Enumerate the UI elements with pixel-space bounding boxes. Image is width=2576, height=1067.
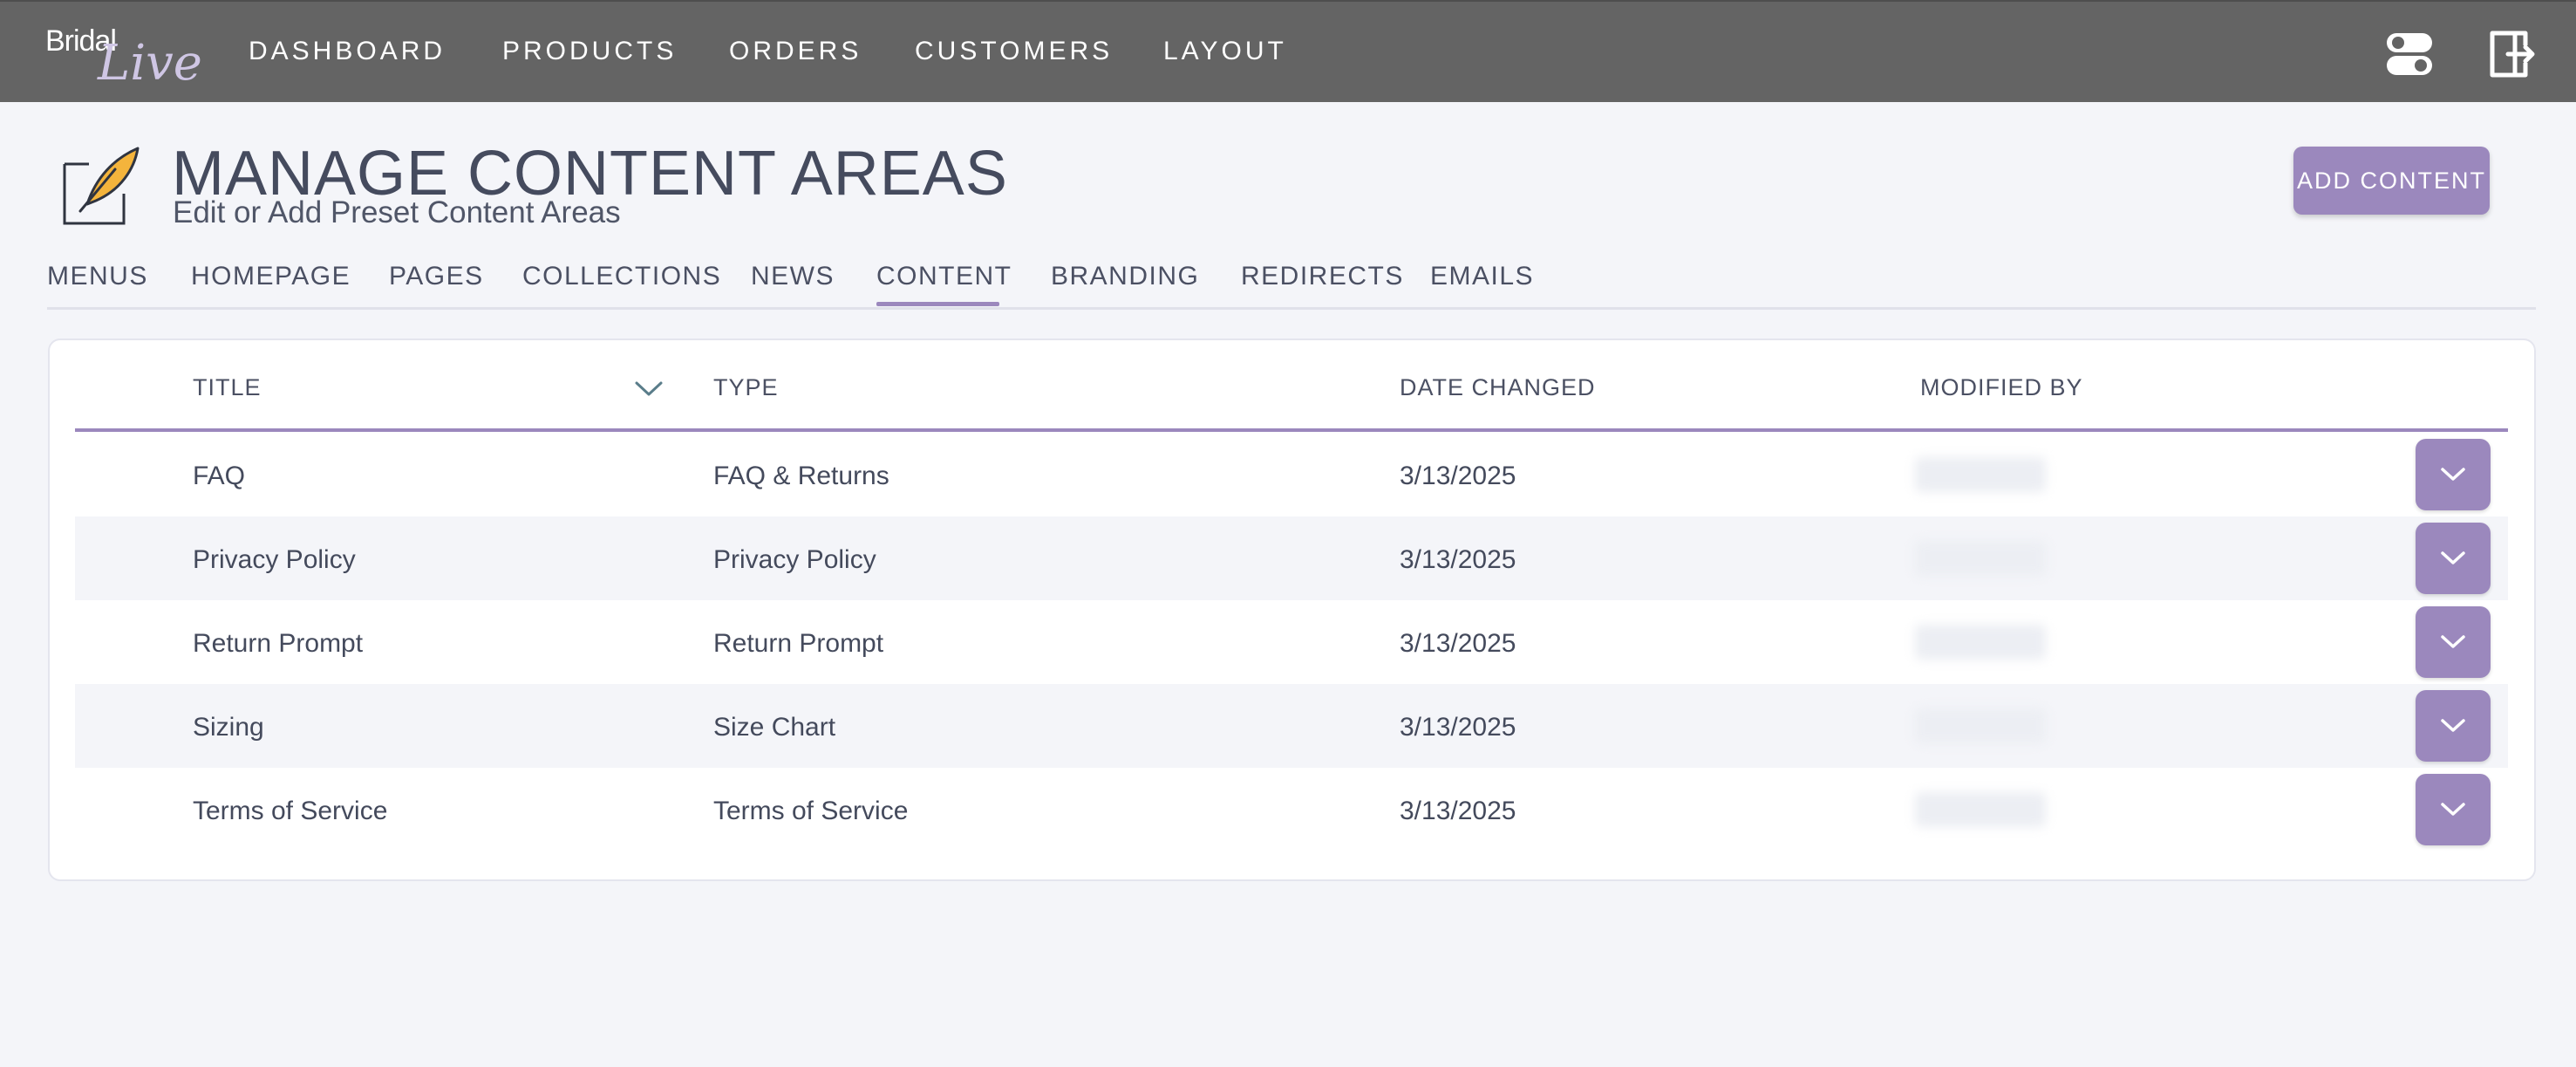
top-navigation-bar: Bridal Live DASHBOARD PRODUCTS ORDERS CU…	[0, 0, 2576, 102]
row-type: Size Chart	[713, 713, 836, 742]
toggle-settings-icon[interactable]	[2383, 28, 2436, 80]
column-header-title[interactable]: TITLE	[193, 374, 262, 401]
row-date: 3/13/2025	[1400, 629, 1516, 658]
tab-redirects[interactable]: REDIRECTS	[1241, 262, 1404, 291]
tab-branding[interactable]: BRANDING	[1051, 262, 1199, 291]
logout-icon[interactable]	[2484, 28, 2536, 80]
table-header-divider	[75, 428, 2508, 432]
row-date: 3/13/2025	[1400, 545, 1516, 574]
table-row: FAQ FAQ & Returns 3/13/2025	[75, 433, 2508, 516]
column-header-date-changed[interactable]: DATE CHANGED	[1400, 374, 1596, 401]
row-type: Terms of Service	[713, 797, 909, 825]
edit-feather-icon	[63, 147, 140, 225]
row-modified-by-redacted	[1915, 708, 2046, 743]
table-row: Terms of Service Terms of Service 3/13/2…	[75, 768, 2508, 852]
row-type: FAQ & Returns	[713, 462, 889, 490]
row-date: 3/13/2025	[1400, 713, 1516, 742]
nav-products[interactable]: PRODUCTS	[502, 37, 677, 66]
row-title: Privacy Policy	[193, 545, 356, 574]
row-actions-button[interactable]	[2416, 774, 2491, 845]
row-type: Return Prompt	[713, 629, 884, 658]
page-subtitle: Edit or Add Preset Content Areas	[173, 195, 621, 229]
nav-orders[interactable]: ORDERS	[729, 37, 862, 66]
row-modified-by-redacted	[1915, 792, 2046, 827]
row-title: Sizing	[193, 713, 264, 742]
tab-pages[interactable]: PAGES	[389, 262, 484, 291]
row-modified-by-redacted	[1915, 541, 2046, 576]
logo-text-live: Live	[98, 35, 202, 92]
row-modified-by-redacted	[1915, 457, 2046, 492]
chevron-down-icon[interactable]	[633, 376, 664, 400]
chevron-down-icon	[2441, 803, 2465, 816]
row-type: Privacy Policy	[713, 545, 876, 574]
row-actions-button[interactable]	[2416, 523, 2491, 594]
nav-layout[interactable]: LAYOUT	[1163, 37, 1287, 66]
row-actions-button[interactable]	[2416, 439, 2491, 510]
row-actions-button[interactable]	[2416, 690, 2491, 762]
nav-customers[interactable]: CUSTOMERS	[915, 37, 1113, 66]
bridal-live-logo[interactable]: Bridal Live	[45, 14, 202, 92]
table-row: Sizing Size Chart 3/13/2025	[75, 684, 2508, 768]
row-title: FAQ	[193, 462, 246, 490]
tab-news[interactable]: NEWS	[751, 262, 835, 291]
row-modified-by-redacted	[1915, 625, 2046, 660]
row-title: Terms of Service	[193, 797, 388, 825]
table-row: Return Prompt Return Prompt 3/13/2025	[75, 600, 2508, 684]
chevron-down-icon	[2441, 468, 2465, 481]
column-header-type[interactable]: TYPE	[713, 374, 779, 401]
row-actions-button[interactable]	[2416, 606, 2491, 678]
tab-collections[interactable]: COLLECTIONS	[522, 262, 721, 291]
row-date: 3/13/2025	[1400, 797, 1516, 825]
tab-homepage[interactable]: HOMEPAGE	[191, 262, 351, 291]
tab-emails[interactable]: EMAILS	[1430, 262, 1534, 291]
table-row: Privacy Policy Privacy Policy 3/13/2025	[75, 516, 2508, 600]
nav-dashboard[interactable]: DASHBOARD	[249, 37, 446, 66]
row-date: 3/13/2025	[1400, 462, 1516, 490]
active-tab-indicator	[876, 302, 999, 306]
column-header-modified-by[interactable]: MODIFIED BY	[1920, 374, 2083, 401]
row-title: Return Prompt	[193, 629, 364, 658]
chevron-down-icon	[2441, 635, 2465, 648]
chevron-down-icon	[2441, 719, 2465, 732]
add-content-button[interactable]: ADD CONTENT	[2293, 147, 2490, 215]
tabs-divider	[47, 307, 2536, 310]
tab-menus[interactable]: MENUS	[47, 262, 148, 291]
chevron-down-icon	[2441, 551, 2465, 564]
tab-content[interactable]: CONTENT	[876, 262, 1012, 291]
